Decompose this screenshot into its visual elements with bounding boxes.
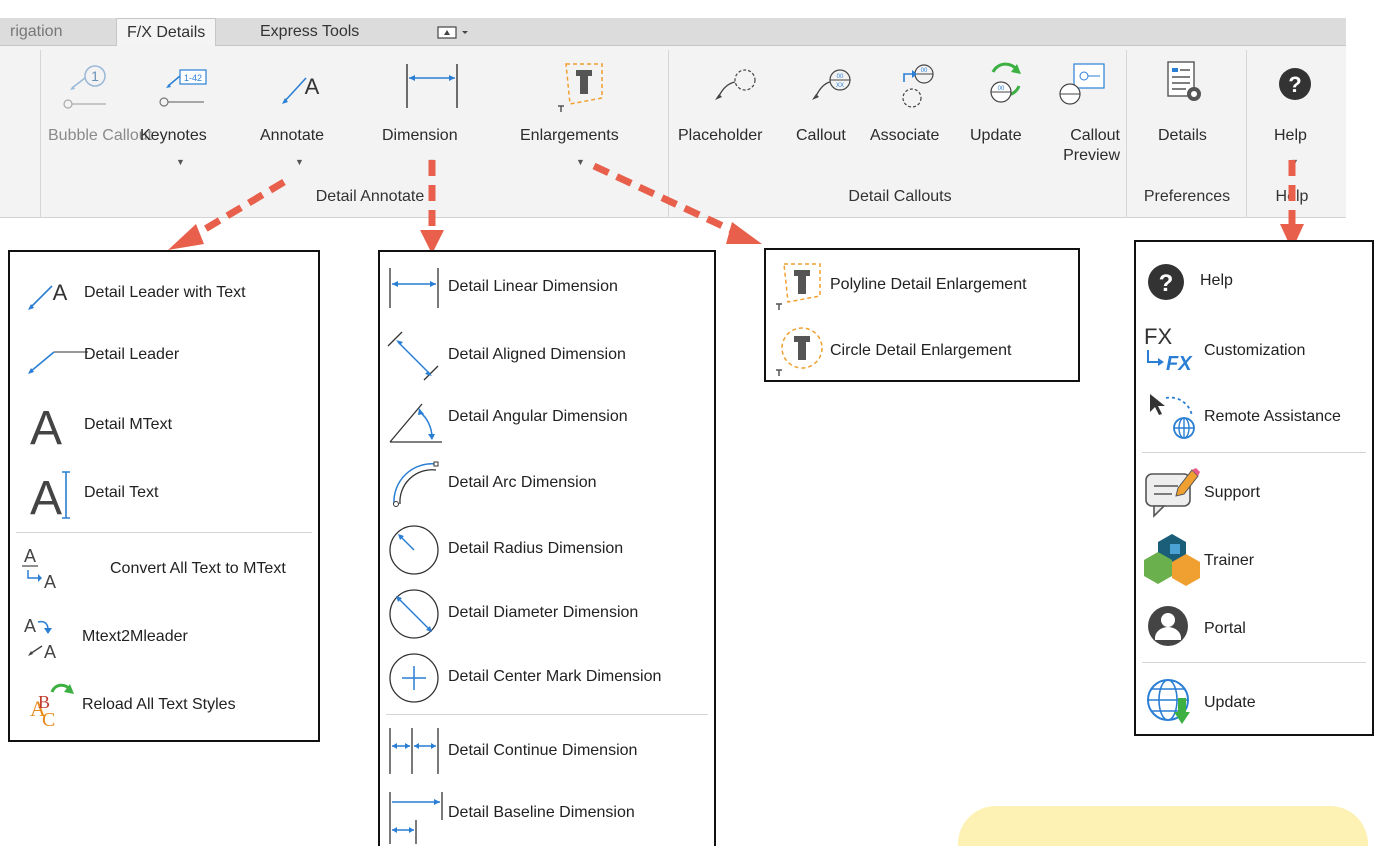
menu-item-detail-continue-dimension[interactable]: Detail Continue Dimension (380, 726, 714, 776)
svg-text:A: A (53, 280, 68, 305)
menu-item-detail-center-mark-dimension[interactable]: Detail Center Mark Dimension (380, 650, 714, 706)
leader-icon (28, 351, 88, 374)
menu-divider (386, 714, 708, 715)
svg-text:FX: FX (1144, 324, 1172, 349)
user-portal-icon (1148, 606, 1188, 646)
trainer-hex-icon (1144, 534, 1200, 586)
menu-item-update[interactable]: Update (1136, 674, 1372, 730)
menu-item-detail-diameter-dimension[interactable]: Detail Diameter Dimension (380, 586, 714, 642)
globe-update-icon (1147, 679, 1190, 724)
convert-text-icon: A A (22, 546, 56, 592)
svg-text:FX: FX (1166, 353, 1193, 375)
enlargement-dropdown-menu: Polyline Detail Enlargement Circle Detai… (764, 248, 1080, 382)
svg-text:?: ? (1159, 270, 1174, 297)
svg-text:A: A (30, 472, 62, 522)
help-question-icon: ? (1148, 264, 1184, 300)
svg-text:A: A (30, 402, 62, 450)
remote-assistance-icon (1150, 394, 1195, 439)
menu-item-remote-assistance[interactable]: Remote Assistance (1136, 388, 1372, 444)
circle-enlargement-icon (776, 327, 823, 376)
menu-item-reload-all-text-styles[interactable]: A B C Reload All Text Styles (10, 680, 318, 730)
menu-item-mtext2mleader[interactable]: A A Mtext2Mleader (10, 612, 318, 662)
center-mark-icon (389, 653, 439, 703)
menu-item-circle-detail-enlargement[interactable]: Circle Detail Enlargement (766, 324, 1078, 378)
svg-text:A: A (44, 642, 56, 662)
menu-item-portal[interactable]: Portal (1136, 600, 1372, 656)
menu-item-detail-aligned-dimension[interactable]: Detail Aligned Dimension (380, 328, 714, 384)
mtext-icon: A (30, 402, 62, 450)
menu-item-help[interactable]: ? Help (1136, 258, 1372, 304)
diameter-dimension-icon (389, 589, 439, 639)
arrow-enlargements (592, 162, 742, 238)
svg-text:C: C (42, 709, 55, 730)
menu-item-detail-angular-dimension[interactable]: Detail Angular Dimension (380, 390, 714, 446)
support-chat-icon (1145, 468, 1200, 518)
menu-item-detail-leader[interactable]: Detail Leader (10, 336, 318, 376)
menu-item-detail-mtext[interactable]: A Detail MText (10, 400, 318, 450)
reload-text-styles-icon: A B C (30, 683, 74, 730)
menu-divider (16, 532, 312, 533)
svg-text:A: A (24, 616, 36, 636)
leader-text-icon: A (28, 280, 68, 310)
menu-divider (1142, 452, 1366, 453)
note-bubble (958, 806, 1368, 846)
arrow-annotate (188, 178, 286, 242)
svg-text:A: A (24, 546, 36, 566)
menu-item-customization[interactable]: FX FX Customization (1136, 322, 1372, 378)
menu-item-detail-linear-dimension[interactable]: Detail Linear Dimension (380, 266, 714, 310)
annotate-dropdown-menu: A Detail Leader with Text Detail Leader … (8, 250, 320, 742)
radius-dimension-icon (389, 525, 439, 575)
linear-dimension-icon (389, 268, 439, 308)
fx-customization-icon: FX FX (1144, 324, 1193, 375)
menu-divider (1142, 662, 1366, 663)
menu-item-detail-leader-with-text[interactable]: A Detail Leader with Text (10, 274, 318, 314)
aligned-dimension-icon (387, 331, 439, 381)
help-dropdown-menu: ? Help FX FX Customization Remote Assist… (1134, 240, 1374, 736)
svg-text:A: A (44, 572, 56, 592)
polyline-enlargement-icon (776, 263, 821, 310)
menu-item-support[interactable]: Support (1136, 464, 1372, 520)
menu-item-detail-arc-dimension[interactable]: Detail Arc Dimension (380, 456, 714, 512)
baseline-dimension-icon (389, 792, 443, 844)
text-icon: A (30, 471, 70, 522)
menu-item-trainer[interactable]: Trainer (1136, 532, 1372, 588)
arc-dimension-icon (393, 461, 439, 507)
menu-item-convert-all-text-to-mtext[interactable]: A A Convert All Text to MText (10, 544, 318, 594)
mtext-to-mleader-icon: A A (24, 616, 56, 662)
continue-dimension-icon (389, 728, 439, 774)
menu-item-polyline-detail-enlargement[interactable]: Polyline Detail Enlargement (766, 258, 1078, 312)
dimension-dropdown-menu: Detail Linear Dimension Detail Aligned D… (378, 250, 716, 846)
menu-item-detail-text[interactable]: A Detail Text (10, 466, 318, 522)
menu-item-detail-radius-dimension[interactable]: Detail Radius Dimension (380, 522, 714, 578)
angular-dimension-icon (389, 403, 442, 443)
menu-item-detail-baseline-dimension[interactable]: Detail Baseline Dimension (380, 790, 714, 846)
